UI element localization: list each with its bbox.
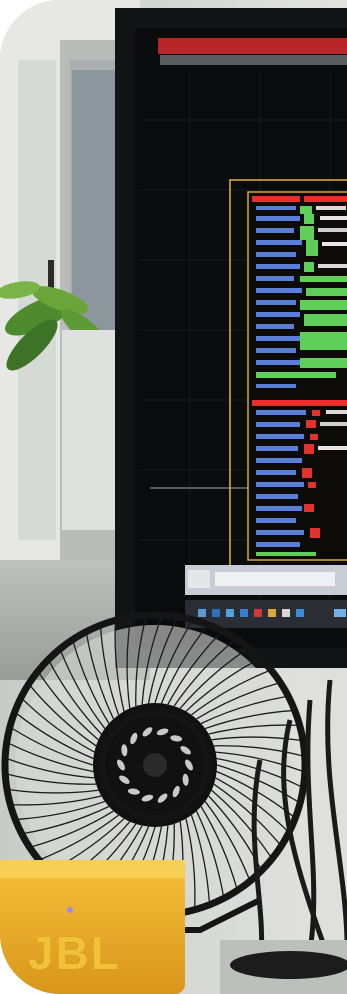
monitor [115,8,347,668]
speaker-logo: JBL [28,927,121,979]
office-photo: JBL [0,0,347,994]
desk-scene [0,0,347,994]
